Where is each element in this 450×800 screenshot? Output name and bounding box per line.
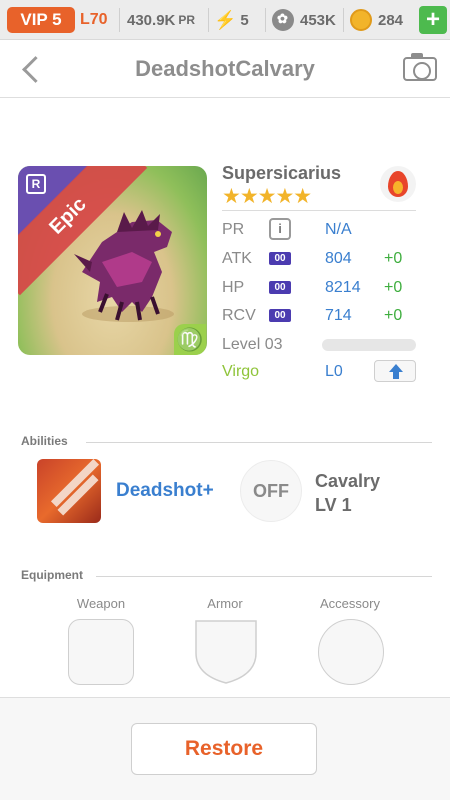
- coin-value: 284: [378, 11, 404, 29]
- abilities-heading: Abilities: [21, 434, 68, 448]
- power-value: 430.9K: [127, 11, 176, 29]
- stat-label: PR: [222, 221, 245, 238]
- stat-label: ATK: [222, 250, 252, 267]
- fire-element-icon: [380, 166, 416, 202]
- stat-label: RCV: [222, 307, 256, 324]
- divider: [119, 8, 120, 32]
- stat-label: HP: [222, 279, 245, 296]
- rank-badge-icon: R: [26, 174, 46, 194]
- camera-icon[interactable]: [403, 53, 437, 81]
- zodiac-sign: Virgo: [222, 363, 260, 380]
- coin-icon: [350, 9, 372, 31]
- weapon-label: Weapon: [76, 596, 126, 611]
- paw-counter: 453K: [272, 0, 336, 40]
- leader-skill-level: LV 1: [315, 495, 352, 515]
- coin-counter: 284: [350, 0, 403, 40]
- power-rating: 430.9K PR: [127, 0, 195, 40]
- skill-icon[interactable]: [37, 459, 101, 523]
- stat-upgrade-badge: 00: [269, 281, 291, 294]
- divider: [343, 8, 344, 32]
- armor-label: Armor: [207, 596, 243, 611]
- player-level: L70: [80, 11, 108, 28]
- stat-value: 714: [325, 307, 352, 324]
- divider: [265, 8, 266, 32]
- star-rating: ★★★★★: [222, 185, 312, 208]
- info-icon[interactable]: i: [269, 218, 291, 240]
- divider: [222, 210, 416, 211]
- add-coins-button[interactable]: +: [419, 6, 447, 34]
- divider: [208, 8, 209, 32]
- page-header: DeadshotCalvary: [0, 40, 450, 98]
- stat-bonus: +0: [384, 250, 403, 267]
- stat-value: 8214: [325, 279, 361, 296]
- accessory-label: Accessory: [320, 596, 380, 611]
- stat-row-atk: ATK 00 804 +0: [222, 247, 422, 271]
- stat-bonus: +0: [384, 307, 403, 324]
- zodiac-level: L0: [325, 363, 343, 380]
- paw-icon: [272, 9, 294, 31]
- skill-name[interactable]: Deadshot+: [116, 480, 214, 502]
- level-label: Level 03: [222, 336, 283, 353]
- divider: [86, 442, 432, 443]
- stat-value: 804: [325, 250, 352, 267]
- equipment-heading: Equipment: [21, 568, 83, 582]
- lightning-icon: ⚡: [214, 9, 237, 30]
- status-bar: VIP 5 L70 430.9KPR ⚡5 453K 284 +: [0, 0, 450, 40]
- leader-skill-state: OFF: [253, 481, 289, 501]
- virgo-zodiac-icon: ♍: [174, 324, 206, 355]
- restore-button[interactable]: Restore: [131, 723, 317, 775]
- vip-badge[interactable]: VIP 5: [7, 7, 75, 33]
- level-progress-bar: [322, 339, 416, 351]
- upgrade-arrow-icon[interactable]: [374, 360, 416, 382]
- monster-name: Supersicarius: [222, 163, 342, 183]
- paw-value: 453K: [300, 11, 336, 29]
- leader-skill-name: Cavalry: [315, 471, 381, 491]
- stat-bonus: +0: [384, 279, 403, 296]
- accessory-slot[interactable]: [318, 619, 384, 685]
- stat-row-hp: HP 00 8214 +0: [222, 276, 422, 300]
- monster-portrait[interactable]: Epic R ♍: [18, 166, 207, 355]
- power-unit: PR: [178, 13, 196, 27]
- energy-value: 5: [240, 11, 249, 29]
- divider: [96, 576, 432, 577]
- armor-slot[interactable]: [194, 619, 258, 685]
- stat-row-rcv: RCV 00 714 +0: [222, 304, 422, 328]
- energy-counter: ⚡ 5: [214, 0, 249, 40]
- stat-row-pr: PR i N/A: [222, 218, 422, 242]
- page-title: DeadshotCalvary: [135, 56, 315, 81]
- stat-upgrade-badge: 00: [269, 252, 291, 265]
- stat-value: N/A: [325, 221, 352, 238]
- stat-upgrade-badge: 00: [269, 309, 291, 322]
- weapon-slot[interactable]: [68, 619, 134, 685]
